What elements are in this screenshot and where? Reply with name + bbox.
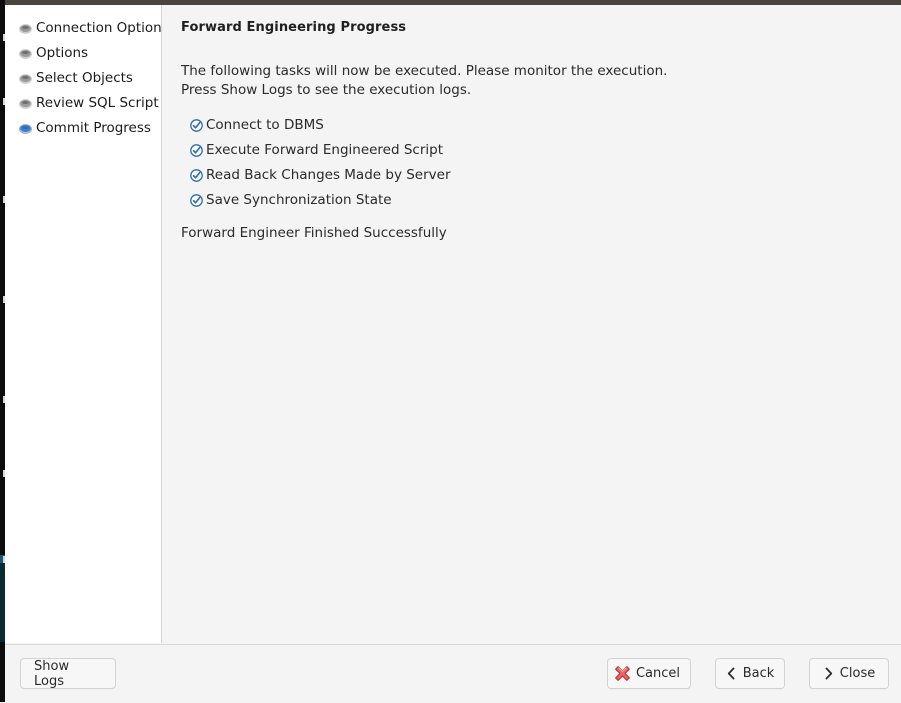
instructions-text: The following tasks will now be executed… [181,63,668,98]
radio-bullet-icon [20,99,31,108]
chevron-left-icon [727,667,735,680]
sidebar-item-label: Commit Progress [36,119,151,136]
task-label: Save Synchronization State [206,191,392,208]
wizard-step-sidebar: Connection Options Options Select Object… [5,5,169,643]
wizard-step-list: Connection Options Options Select Object… [5,5,169,141]
radio-bullet-icon-active [20,124,31,133]
sidebar-item-connection-options[interactable]: Connection Options [5,16,169,41]
wizard-main-panel: Forward Engineering Progress The followi… [162,5,901,643]
page-title: Forward Engineering Progress [181,20,407,35]
sidebar-item-review-sql-script[interactable]: Review SQL Script [5,91,161,116]
red-x-icon [615,666,630,681]
wizard-footer: Show Logs Cancel Back Close [5,644,901,703]
close-button-label: Close [839,666,876,681]
sidebar-item-label: Options [36,44,89,61]
chevron-right-icon [825,667,832,680]
task-row: Read Back Changes Made by Server [190,163,451,188]
show-logs-button-label: Show Logs [34,658,70,689]
sidebar-item-label: Review SQL Script [36,94,159,111]
back-button-label: Back [742,666,775,681]
task-progress-list: Connect to DBMS Execute Forward Engineer… [190,113,451,213]
close-button[interactable]: Close [809,658,889,689]
check-circle-icon [190,144,203,157]
sidebar-item-select-objects[interactable]: Select Objects [5,66,161,91]
cancel-button-label: Cancel [635,666,681,681]
task-row: Connect to DBMS [190,113,451,138]
task-label: Read Back Changes Made by Server [206,166,451,183]
sidebar-item-commit-progress[interactable]: Commit Progress [5,116,161,141]
task-label: Execute Forward Engineered Script [206,141,444,158]
sidebar-item-options[interactable]: Options [5,41,161,66]
show-logs-button[interactable]: Show Logs [20,658,116,689]
radio-bullet-icon [20,49,31,58]
back-button[interactable]: Back [715,658,785,689]
sidebar-item-label: Connection Options [36,19,169,36]
check-circle-icon [190,194,203,207]
task-row: Save Synchronization State [190,188,451,213]
task-row: Execute Forward Engineered Script [190,138,451,163]
radio-bullet-icon [20,24,31,33]
check-circle-icon [190,119,203,132]
check-circle-icon [190,169,203,182]
wizard-window: Connection Options Options Select Object… [0,0,901,703]
cancel-button[interactable]: Cancel [607,658,691,689]
wizard-body: Connection Options Options Select Object… [5,5,901,643]
radio-bullet-icon [20,74,31,83]
sidebar-item-label: Select Objects [36,69,133,86]
status-message: Forward Engineer Finished Successfully [181,225,447,241]
task-label: Connect to DBMS [206,116,324,133]
